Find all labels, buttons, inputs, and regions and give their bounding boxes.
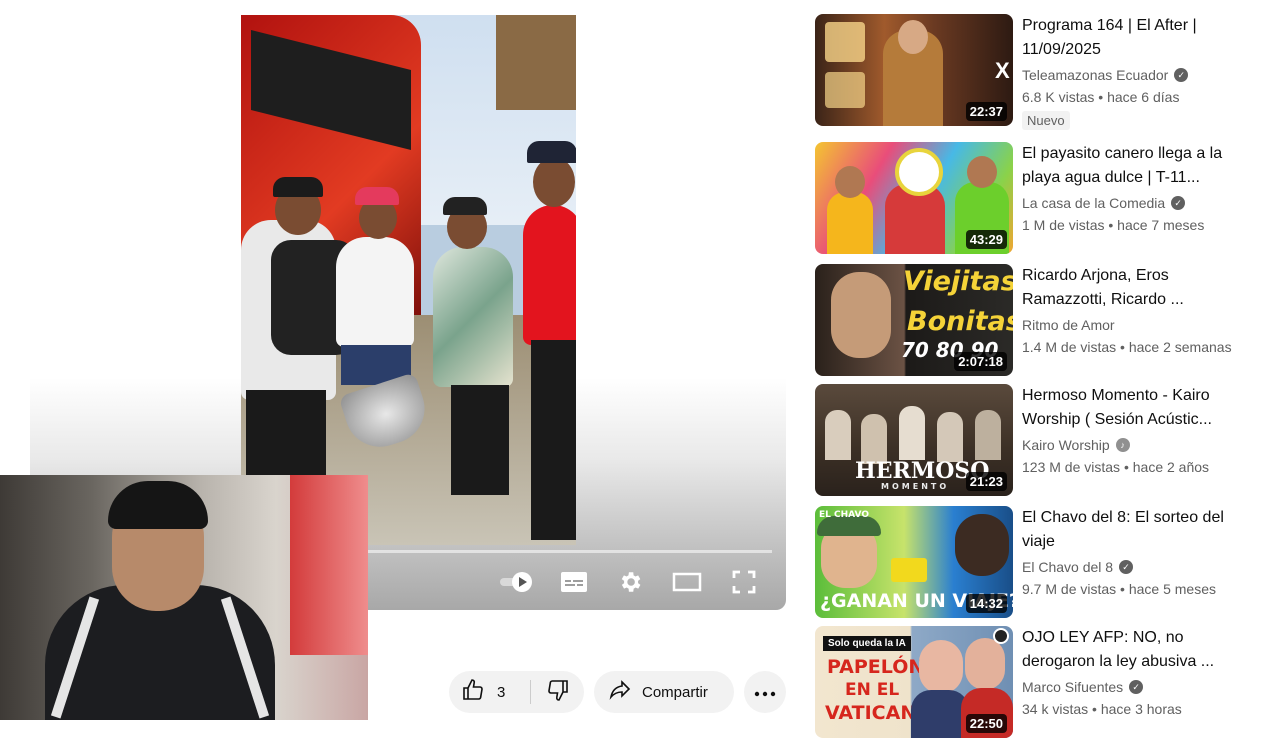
video-duration: 22:37	[965, 102, 1007, 121]
video-person-cap	[527, 141, 576, 163]
channel-name[interactable]: La casa de la Comedia	[1022, 195, 1165, 211]
video-progress-bar[interactable]	[368, 550, 772, 553]
upload-age: hace 2 años	[1132, 459, 1210, 475]
video-title[interactable]: OJO LEY AFP: NO, no derogaron la ley abu…	[1022, 626, 1246, 674]
recommended-video[interactable]: EL CHAVO ¿GANAN UN VIAJE? 14:32 El Chavo…	[815, 506, 1245, 618]
video-title[interactable]: Programa 164 | El After | 11/09/2025	[1022, 14, 1246, 62]
recommended-video[interactable]: HERMOSO MOMENTO 21:23 Hermoso Momento - …	[815, 384, 1245, 496]
video-thumbnail[interactable]: Solo queda la IA PAPELÓN EN EL VATICANO …	[815, 626, 1013, 738]
like-count: 3	[497, 683, 506, 701]
new-badge: Nuevo	[1022, 111, 1070, 130]
view-count: 1.4 M de vistas	[1022, 339, 1117, 355]
channel-name[interactable]: El Chavo del 8	[1022, 559, 1113, 575]
verified-icon: ✓	[1129, 680, 1144, 694]
thumbnail-tag: Solo queda la IA	[823, 636, 911, 651]
thumbnail-text: EL CHAVO	[819, 510, 869, 520]
upload-age: hace 3 horas	[1100, 701, 1182, 717]
video-thumbnail[interactable]: Viejitas Bonitas 70 80 90 2:07:18	[815, 264, 1013, 376]
video-person-cap	[273, 177, 323, 197]
video-person-cap	[355, 187, 399, 205]
channel-name[interactable]: Teleamazonas Ecuador	[1022, 67, 1168, 83]
video-duration: 2:07:18	[954, 352, 1007, 371]
share-label: Compartir	[642, 683, 708, 701]
video-person-cap	[443, 197, 487, 215]
video-frame[interactable]	[241, 15, 576, 545]
like-button[interactable]: 3	[449, 678, 530, 706]
video-thumbnail[interactable]: HERMOSO MOMENTO 21:23	[815, 384, 1013, 496]
upload-age: hace 2 semanas	[1128, 339, 1232, 355]
view-count: 1 M de vistas	[1022, 217, 1105, 233]
share-button[interactable]: Compartir	[594, 671, 734, 713]
view-count: 6.8 K vistas	[1022, 89, 1095, 105]
autoplay-toggle-icon[interactable]	[498, 566, 538, 598]
thumbnail-text: Bonitas	[907, 306, 1013, 337]
gear-icon[interactable]	[613, 566, 647, 598]
channel-name[interactable]: Kairo Worship	[1022, 437, 1110, 453]
thumbnail-text: PAPELÓN	[827, 656, 925, 678]
more-horizontal-icon	[754, 684, 776, 701]
video-person	[433, 247, 513, 387]
verified-icon: ✓	[1171, 196, 1186, 210]
like-dislike-group: 3	[449, 671, 584, 713]
thumbnail-text: EN EL	[845, 680, 900, 700]
video-person-head	[533, 157, 575, 207]
channel-name[interactable]: Marco Sifuentes	[1022, 679, 1123, 695]
channel-watermark-icon	[993, 628, 1009, 644]
view-count: 34 k vistas	[1022, 701, 1089, 717]
video-title[interactable]: El payasito canero llega a la playa agua…	[1022, 142, 1246, 190]
recommended-video[interactable]: Solo queda la IA PAPELÓN EN EL VATICANO …	[815, 626, 1245, 738]
video-thumbnail[interactable]: X 22:37	[815, 14, 1013, 126]
video-title[interactable]: Ricardo Arjona, Eros Ramazzotti, Ricardo…	[1022, 264, 1246, 312]
video-duration: 21:23	[965, 472, 1007, 491]
video-title[interactable]: El Chavo del 8: El sorteo del viaje	[1022, 506, 1246, 554]
more-actions-button[interactable]	[744, 671, 786, 713]
webcam-curtain	[290, 475, 368, 655]
fullscreen-icon[interactable]	[727, 566, 761, 598]
verified-icon: ✓	[1174, 68, 1189, 82]
thumbs-down-icon	[546, 678, 570, 706]
verified-icon: ✓	[1119, 560, 1134, 574]
video-duration: 43:29	[965, 230, 1007, 249]
upload-age: hace 6 días	[1107, 89, 1180, 105]
upload-age: hace 7 meses	[1117, 217, 1205, 233]
video-thumbnail[interactable]: EL CHAVO ¿GANAN UN VIAJE? 14:32	[815, 506, 1013, 618]
theater-mode-icon[interactable]	[670, 566, 704, 598]
recommended-video[interactable]: X 22:37 Programa 164 | El After | 11/09/…	[815, 14, 1246, 130]
video-person	[523, 205, 576, 345]
channel-name[interactable]: Ritmo de Amor	[1022, 317, 1115, 333]
thumbnail-text: Viejitas	[903, 266, 1013, 297]
verified-music-icon: ♪	[1115, 438, 1130, 452]
video-person	[336, 237, 414, 347]
thumbs-up-icon	[461, 678, 485, 706]
video-duration: 14:32	[965, 594, 1007, 613]
video-person-legs	[531, 340, 576, 540]
share-icon	[608, 678, 632, 706]
dislike-button[interactable]	[531, 678, 584, 706]
video-thumbnail[interactable]: 43:29	[815, 142, 1013, 254]
thumbnail-text: MOMENTO	[881, 482, 950, 491]
subtitles-icon[interactable]	[557, 566, 591, 598]
video-person-legs	[451, 385, 509, 495]
recommended-video[interactable]: Viejitas Bonitas 70 80 90 2:07:18 Ricard…	[815, 264, 1245, 376]
video-title[interactable]: Hermoso Momento - Kairo Worship ( Sesión…	[1022, 384, 1246, 432]
view-count: 9.7 M de vistas	[1022, 581, 1117, 597]
recommended-video[interactable]: 43:29 El payasito canero llega a la play…	[815, 142, 1245, 254]
upload-age: hace 5 meses	[1128, 581, 1217, 597]
view-count: 123 M de vistas	[1022, 459, 1121, 475]
video-duration: 22:50	[965, 714, 1007, 733]
webcam-overlay	[0, 475, 368, 720]
video-scene-roof	[496, 15, 576, 110]
